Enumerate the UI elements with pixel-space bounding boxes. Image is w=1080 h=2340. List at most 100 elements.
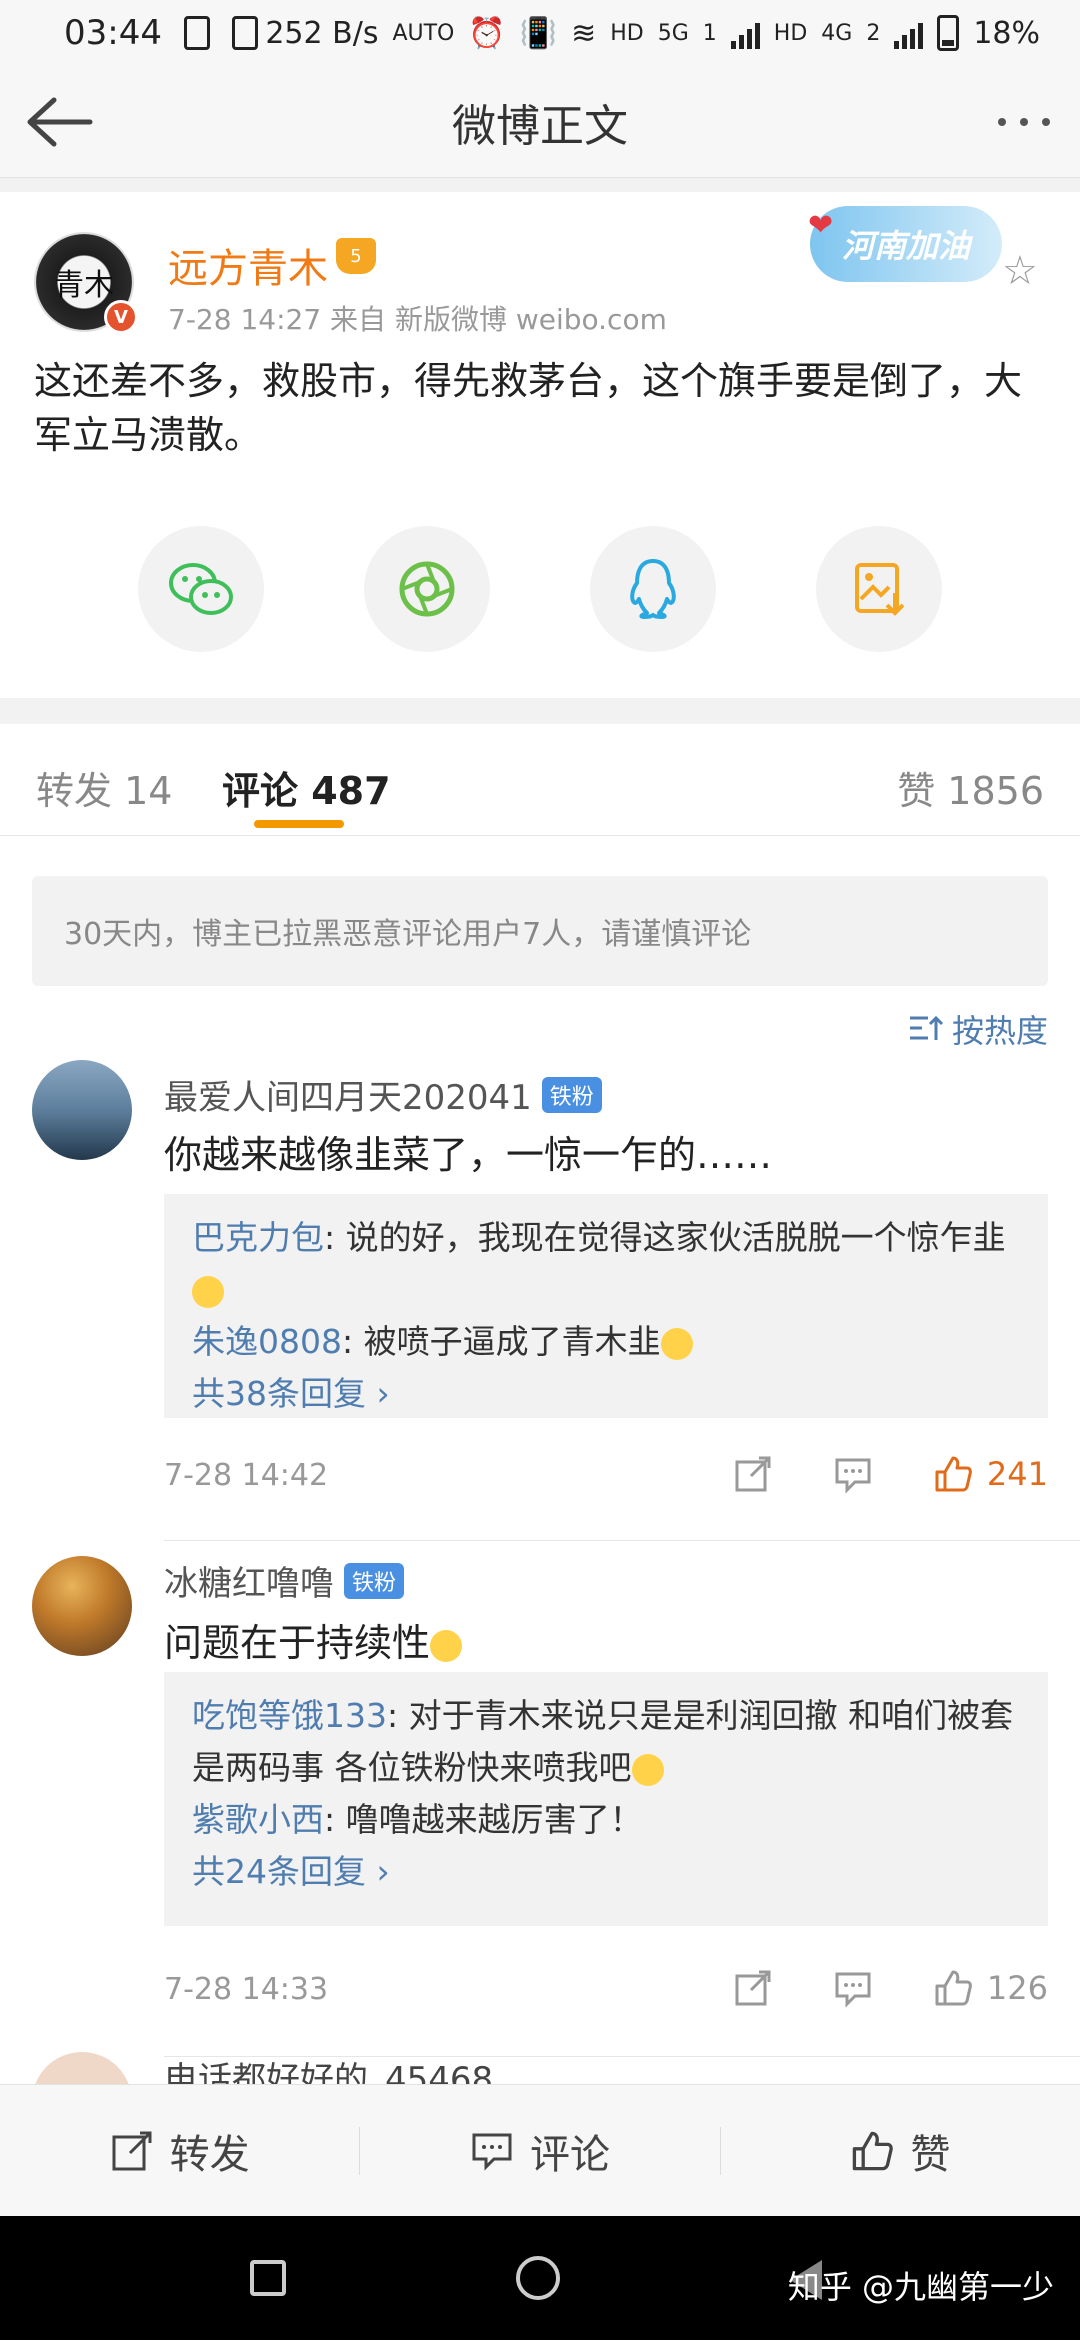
- post-meta: 7-28 14:27 来自 新版微博 weibo.com: [168, 303, 667, 336]
- like-button[interactable]: 126: [933, 1968, 1048, 2008]
- reply-line: 吃饱等饿133: 对于青木来说只是是利润回撤 和咱们被套是两码事 各位铁粉快来喷…: [192, 1690, 1020, 1794]
- commenter-name-text: 最爱人间四月天202041: [164, 1078, 532, 1118]
- reply-user[interactable]: 紫歌小西: [192, 1800, 324, 1839]
- crown-level-icon: 5: [336, 238, 376, 274]
- author-name[interactable]: 远方青木: [168, 236, 328, 294]
- commenter-name-text: 冰糖红噜噜: [164, 1564, 334, 1604]
- comment-icon: [472, 2133, 512, 2171]
- sort-icon: [909, 1015, 944, 1040]
- commenter-avatar[interactable]: [32, 1556, 132, 1656]
- comment-icon[interactable]: [833, 1968, 873, 2008]
- fan-badge: 铁粉: [344, 1562, 405, 1599]
- repost-icon: [112, 2131, 152, 2170]
- zhihu-watermark: 知乎 @九幽第一少: [787, 2268, 1054, 2306]
- nav-bar: 微博正文: [0, 66, 1080, 178]
- comment-time: 7-28 14:42: [164, 1458, 329, 1493]
- henan-badge: 河南加油: [810, 206, 1002, 282]
- bottom-toolbar: 转发 评论 赞: [0, 2084, 1080, 2216]
- grin-emoji-icon: [631, 1753, 664, 1786]
- share-wechat-button[interactable]: [138, 526, 264, 652]
- sort-button[interactable]: 按热度: [908, 1006, 1048, 1052]
- reply-line: 朱逸0808: 被喷子逼成了青木韭: [192, 1316, 1020, 1368]
- save-image-button[interactable]: [816, 526, 942, 652]
- laugh-cry-emoji-icon: [660, 1327, 693, 1360]
- sort-label: 按热度: [951, 1012, 1048, 1050]
- signal-icon-2: [894, 17, 924, 49]
- reply-user[interactable]: 吃饱等饿133: [192, 1696, 387, 1735]
- more-replies-link[interactable]: 共38条回复 ›: [192, 1368, 1020, 1420]
- reply-line: 巴克力包: 说的好，我现在觉得这家伙活脱脱一个惊乍韭: [192, 1212, 1020, 1316]
- laugh-cry-emoji-icon: [192, 1275, 224, 1308]
- comment-actions: 241: [733, 1454, 1048, 1494]
- toolbar-comment-label: 评论: [529, 2131, 610, 2178]
- more-replies-link[interactable]: 共24条回复 ›: [192, 1846, 1020, 1898]
- heart-icon: ❤: [808, 208, 834, 243]
- comment-text: 问题在于持续性: [164, 1612, 463, 1667]
- reply-text: : 噜噜越来越厉害了！: [324, 1800, 643, 1839]
- network-4g: 4G: [821, 20, 853, 46]
- favorite-star-icon[interactable]: ☆: [1002, 248, 1038, 294]
- tab-repost[interactable]: 转发 14: [36, 760, 172, 815]
- toolbar-like-button[interactable]: 赞: [721, 2122, 1080, 2180]
- qq-icon: [630, 559, 676, 619]
- like-button[interactable]: 241: [933, 1454, 1048, 1494]
- status-bar: 03:44 252 B/s AUTO ⏰ 📳 ≋ HD 5G 1 HD 4G 2…: [0, 0, 1080, 66]
- commenter-name[interactable]: 冰糖红噜噜 铁粉: [164, 1556, 405, 1605]
- reply-user[interactable]: 朱逸0808: [192, 1322, 342, 1361]
- network-5g: 5G: [657, 20, 689, 46]
- comment-time: 7-28 14:33: [164, 1972, 329, 2007]
- back-arrow-icon[interactable]: [24, 94, 94, 150]
- moments-icon: [399, 561, 455, 617]
- sim-badge: 1: [702, 20, 717, 46]
- thumbs-up-icon: [935, 1456, 972, 1492]
- home-icon[interactable]: [516, 2256, 560, 2300]
- commenter-name[interactable]: 最爱人间四月天202041 铁粉: [164, 1070, 602, 1119]
- tab-comment[interactable]: 评论 487: [222, 760, 391, 815]
- toolbar-comment-button[interactable]: 评论: [360, 2122, 719, 2180]
- comments-list: 30天内，博主已拉黑恶意评论用户7人，请谨慎评论 按热度 最爱人间四月天2020…: [0, 836, 1080, 2084]
- commenter-name-text: 电话都好好的_45468: [164, 2060, 494, 2084]
- comment-text-body: 问题在于持续性: [164, 1621, 431, 1665]
- commenter-avatar[interactable]: [32, 2052, 132, 2084]
- hd-label-1: HD: [610, 20, 644, 46]
- blacklist-notice: 30天内，博主已拉黑恶意评论用户7人，请谨慎评论: [32, 876, 1048, 986]
- like-count-text: 126: [986, 1969, 1048, 2007]
- battery-icon: [937, 15, 960, 51]
- reply-box[interactable]: 巴克力包: 说的好，我现在觉得这家伙活脱脱一个惊乍韭 朱逸0808: 被喷子逼成…: [164, 1194, 1048, 1418]
- repost-icon[interactable]: [733, 1968, 773, 2008]
- verified-badge-icon: V: [104, 300, 138, 334]
- commenter-name[interactable]: 电话都好好的_45468: [164, 2052, 493, 2084]
- alarm-icon: ⏰: [468, 15, 506, 51]
- laugh-cry-emoji-icon: [430, 1629, 463, 1662]
- system-nav-bar: 知乎 @九幽第一少: [0, 2216, 1080, 2340]
- reply-line: 紫歌小西: 噜噜越来越厉害了！: [192, 1794, 1020, 1846]
- divider: [164, 1540, 1080, 1541]
- toolbar-repost-button[interactable]: 转发: [0, 2122, 359, 2180]
- share-row: [0, 526, 1080, 652]
- recent-apps-icon[interactable]: [250, 2260, 286, 2296]
- hd-label-2: HD: [773, 20, 808, 46]
- like-count-text: 241: [986, 1455, 1048, 1493]
- reply-text: : 被喷子逼成了青木韭: [341, 1322, 661, 1361]
- wifi-icon: ≋: [571, 15, 597, 51]
- repost-icon[interactable]: [733, 1454, 773, 1494]
- gallery-icon: [231, 16, 258, 50]
- comment-actions: 126: [733, 1968, 1048, 2008]
- more-icon[interactable]: [998, 118, 1050, 126]
- share-moments-button[interactable]: [364, 526, 490, 652]
- tab-like[interactable]: 赞 1856: [897, 760, 1044, 815]
- avatar-text: 青木: [54, 268, 114, 303]
- reply-text: : 说的好，我现在觉得这家伙活脱脱一个惊乍韭: [324, 1218, 1006, 1257]
- comment-text: 你越来越像韭菜了，一惊一乍的……: [164, 1133, 773, 1177]
- comment-icon[interactable]: [833, 1454, 873, 1494]
- reply-user[interactable]: 巴克力包: [192, 1218, 324, 1257]
- toolbar-repost-label: 转发: [169, 2131, 250, 2178]
- thumbs-up-icon: [853, 2131, 894, 2170]
- commenter-avatar[interactable]: [32, 1060, 132, 1160]
- reply-box[interactable]: 吃饱等饿133: 对于青木来说只是是利润回撤 和咱们被套是两码事 各位铁粉快来喷…: [164, 1672, 1048, 1926]
- thumbs-up-icon: [935, 1970, 972, 2006]
- wechat-icon: [169, 563, 233, 615]
- share-qq-button[interactable]: [590, 526, 716, 652]
- post-card: 青木 V 远方青木 5 7-28 14:27 来自 新版微博 weibo.com…: [0, 192, 1080, 698]
- page-title: 微博正文: [452, 100, 628, 152]
